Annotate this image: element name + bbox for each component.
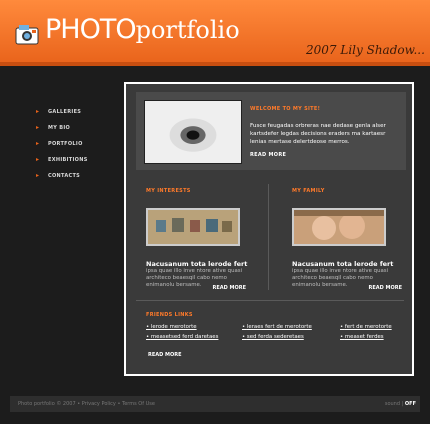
nav-item-galleries[interactable]: ▸ GALLERIES (36, 106, 88, 117)
interests-photo (146, 208, 240, 246)
interests-title: MY INTERESTS (146, 188, 191, 194)
nav-label: PORTFOLIO (48, 140, 83, 147)
main-nav: ▸ GALLERIES ▸ MY BIO ▸ PORTFOLIO ▸ EXHIBITIO… (36, 106, 88, 186)
friends-title: FRIENDS LINKS (146, 312, 193, 318)
arrow-right-icon: ▸ (36, 124, 40, 131)
friend-link[interactable]: • sed ferda sederetaes (242, 334, 304, 340)
friend-link[interactable]: • measetsed ferd daretaes (146, 334, 218, 340)
friend-link[interactable]: • leraes fert de merotorte (242, 324, 312, 330)
friend-link[interactable]: • lerode merotorte (146, 324, 197, 330)
family-photo (292, 208, 386, 246)
friend-link-text: fert de merotorte (344, 324, 392, 330)
nav-item-contacts[interactable]: ▸ CONTACTS (36, 170, 88, 181)
friends-read-more[interactable]: READ MORE (148, 352, 182, 358)
welcome-read-more[interactable]: READ MORE (250, 152, 286, 158)
eye-photo (144, 100, 242, 164)
header: PHOTOportfolio 2007 Lily Shadow... (0, 0, 430, 66)
footer: Photo portfolio © 2007 • Privacy Policy … (10, 396, 420, 412)
nav-label: GALLERIES (48, 108, 82, 115)
family-section: MY FAMILY Nacusanum tota lerode fert ips… (292, 188, 410, 291)
footer-text: Photo portfolio © 2007 • Privacy Policy … (18, 401, 155, 407)
sound-state: OFF (404, 401, 416, 407)
family-headline: Nacusanum tota lerode fert (292, 260, 394, 268)
content-frame: WELCOME TO MY SITE! Fusce feugadas orbre… (124, 82, 414, 376)
nav-item-exhibitions[interactable]: ▸ EXHIBITIONS (36, 154, 88, 165)
friend-link-text: measetsed ferd daretaes (150, 334, 219, 340)
logo-photo: PHOTO (45, 14, 137, 45)
friend-link[interactable]: • measet ferdes (340, 334, 384, 340)
friend-link[interactable]: • fert de merotorte (340, 324, 392, 330)
nav-label: MY BIO (48, 124, 71, 131)
friend-link-text: measet ferdes (344, 334, 384, 340)
camera-icon (15, 22, 41, 48)
sound-label: sound (384, 401, 401, 407)
arrow-right-icon: ▸ (36, 108, 40, 115)
header-bar (0, 62, 430, 66)
interests-read-more[interactable]: READ MORE (212, 285, 246, 291)
sound-toggle[interactable]: sound | OFF (385, 401, 416, 407)
friend-link-text: sed ferda sederetaes (246, 334, 304, 340)
nav-label: EXHIBITIONS (48, 156, 88, 163)
logo-portfolio: portfolio (135, 16, 240, 44)
welcome-title: WELCOME TO MY SITE! (250, 106, 321, 112)
interests-section: MY INTERESTS Nacusanum tota lerode fert … (146, 188, 264, 291)
section-divider (136, 300, 404, 301)
column-divider (268, 184, 269, 290)
arrow-right-icon: ▸ (36, 172, 40, 179)
family-read-more[interactable]: READ MORE (368, 285, 402, 291)
interests-headline: Nacusanum tota lerode fert (146, 260, 248, 268)
family-title: MY FAMILY (292, 188, 325, 194)
friend-link-text: lerode merotorte (150, 324, 197, 330)
logo[interactable]: PHOTOportfolio (45, 14, 240, 45)
nav-label: CONTACTS (48, 172, 81, 179)
welcome-text: Fusce feugadas orbreras nae dedase genla… (250, 123, 386, 145)
nav-item-portfolio[interactable]: ▸ PORTFOLIO (36, 138, 88, 149)
arrow-right-icon: ▸ (36, 156, 40, 163)
signature: 2007 Lily Shadow... (306, 43, 425, 57)
arrow-right-icon: ▸ (36, 140, 40, 147)
welcome-section: WELCOME TO MY SITE! Fusce feugadas orbre… (136, 92, 406, 170)
friend-link-text: leraes fert de merotorte (246, 324, 312, 330)
nav-item-my-bio[interactable]: ▸ MY BIO (36, 122, 88, 133)
content-panel: WELCOME TO MY SITE! Fusce feugadas orbre… (126, 84, 412, 374)
